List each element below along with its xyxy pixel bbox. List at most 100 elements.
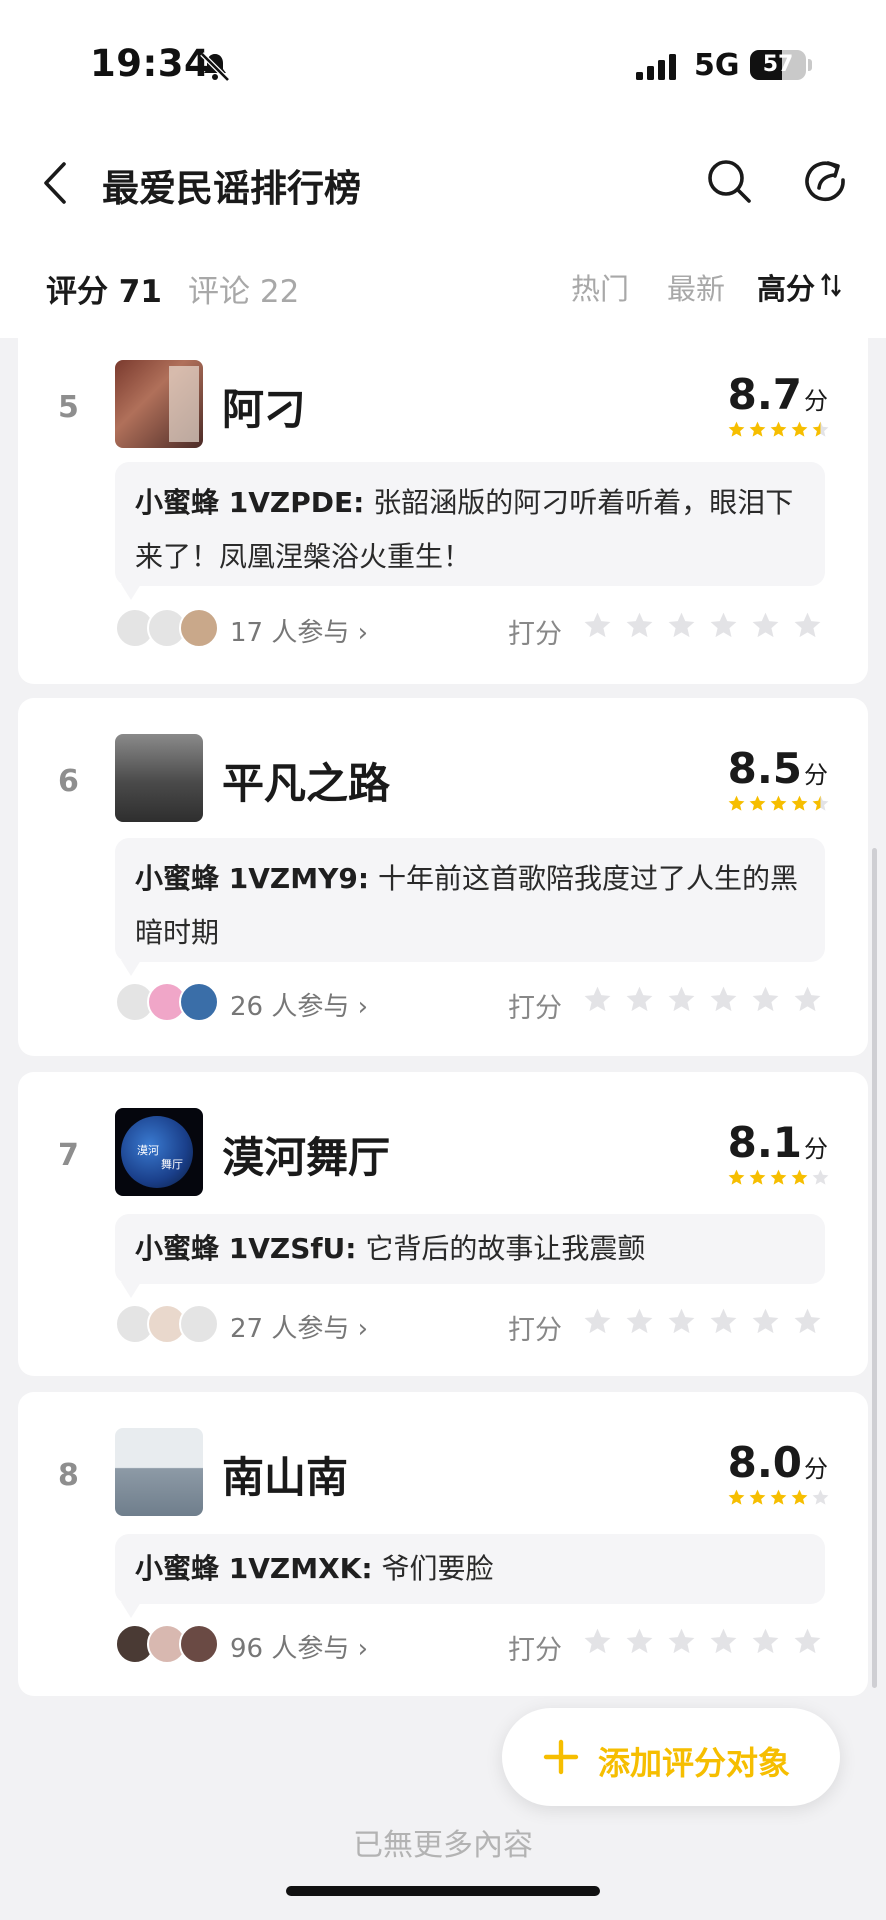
score-value: 8.1: [727, 1118, 802, 1167]
star-icon: [770, 795, 787, 811]
comment-user: 小蜜蜂 1VZMXK:: [135, 1552, 373, 1585]
sort-high[interactable]: 高分: [757, 266, 815, 308]
song-title[interactable]: 漠河舞厅: [222, 1124, 390, 1185]
rate-star-icon[interactable]: [624, 1306, 655, 1337]
cover-image[interactable]: 漠河 舞厅: [115, 1108, 203, 1196]
cover-image[interactable]: [115, 1428, 203, 1516]
scrollbar[interactable]: [872, 848, 877, 1688]
tab-score[interactable]: 评分 71: [46, 266, 162, 311]
ranking-card[interactable]: 5 阿刁 8.7分 小蜜蜂 1VZPDE: 张韶涵版的阿刁听着听着，眼泪下来了！…: [18, 318, 868, 684]
search-icon[interactable]: [706, 158, 752, 204]
rate-star-icon[interactable]: [708, 610, 739, 641]
rate-stars[interactable]: [582, 610, 823, 641]
cover-image[interactable]: [115, 360, 203, 448]
score-unit: 分: [804, 1455, 828, 1483]
rate-star-icon[interactable]: [750, 1306, 781, 1337]
rate-label: 打分: [508, 993, 562, 1024]
star-icon: [728, 421, 745, 437]
score: 8.5分: [728, 744, 828, 793]
back-arrow-icon[interactable]: [40, 160, 72, 206]
rate-star-icon[interactable]: [666, 984, 697, 1015]
rank-number: 7: [58, 1138, 79, 1173]
status-time: 19:34: [90, 42, 211, 85]
cover-text-2: 舞厅: [161, 1158, 183, 1171]
rate-star-icon[interactable]: [792, 984, 823, 1015]
rate-star-icon[interactable]: [666, 610, 697, 641]
page-title: 最爱民谣排行榜: [102, 167, 361, 210]
sort-new[interactable]: 最新: [667, 266, 725, 308]
rate-star-icon[interactable]: [750, 1626, 781, 1657]
home-indicator[interactable]: [286, 1886, 600, 1896]
top-comment[interactable]: 小蜜蜂 1VZSfU: 它背后的故事让我震颤: [115, 1214, 825, 1298]
rank-number: 6: [58, 764, 79, 799]
top-comment[interactable]: 小蜜蜂 1VZPDE: 张韶涵版的阿刁听着听着，眼泪下来了！凤凰涅槃浴火重生！: [115, 462, 825, 600]
rate-star-icon[interactable]: [582, 1626, 613, 1657]
rate-star-icon[interactable]: [792, 1306, 823, 1337]
score: 8.0分: [728, 1438, 828, 1487]
cover-text-1: 漠河: [137, 1144, 159, 1157]
rate-star-icon[interactable]: [750, 610, 781, 641]
rate-star-icon[interactable]: [666, 1306, 697, 1337]
plus-icon: [543, 1739, 579, 1775]
song-title[interactable]: 南山南: [222, 1444, 348, 1505]
rate-star-icon[interactable]: [792, 610, 823, 641]
participant-avatars: [115, 608, 219, 648]
share-icon[interactable]: [802, 158, 848, 204]
avatar: [179, 1304, 219, 1344]
participant-avatars: [115, 982, 219, 1022]
header: 19:34 5G 57 最爱民谣排行榜 评分 71 评论 22 热门 最新 高分: [0, 0, 886, 338]
rate-stars[interactable]: [582, 984, 823, 1015]
star-icon: [812, 795, 829, 811]
rate-star-icon[interactable]: [624, 610, 655, 641]
rate-star-icon[interactable]: [750, 984, 781, 1015]
ranking-card[interactable]: 7 漠河 舞厅 漠河舞厅 8.1分 小蜜蜂 1VZSfU: 它背后的故事让我震颤…: [18, 1072, 868, 1376]
participants-link[interactable]: 26 人参与 ›: [230, 986, 368, 1023]
score-value: 8.7: [727, 370, 802, 419]
score-stars: [727, 794, 830, 814]
rate-star-icon[interactable]: [624, 984, 655, 1015]
participant-avatars: [115, 1624, 219, 1664]
score-unit: 分: [804, 1135, 828, 1163]
participants-link[interactable]: 27 人参与 ›: [230, 1308, 368, 1345]
rate-star-icon[interactable]: [666, 1626, 697, 1657]
top-comment[interactable]: 小蜜蜂 1VZMXK: 爷们要脸: [115, 1534, 825, 1618]
participants-link[interactable]: 17 人参与 ›: [230, 612, 368, 649]
bell-muted-icon: [200, 52, 230, 82]
rate-star-icon[interactable]: [582, 610, 613, 641]
network-label: 5G: [694, 48, 740, 83]
song-title[interactable]: 平凡之路: [222, 750, 390, 811]
star-icon: [812, 421, 829, 437]
star-icon: [749, 421, 766, 437]
sort-order-icon[interactable]: [820, 272, 842, 298]
add-rating-object-button[interactable]: 添加评分对象: [502, 1708, 840, 1806]
rate-star-icon[interactable]: [582, 1306, 613, 1337]
song-title[interactable]: 阿刁: [222, 376, 306, 437]
ranking-card[interactable]: 8 南山南 8.0分 小蜜蜂 1VZMXK: 爷们要脸 96 人参与 › 打分: [18, 1392, 868, 1696]
rate-star-icon[interactable]: [708, 984, 739, 1015]
top-comment[interactable]: 小蜜蜂 1VZMY9: 十年前这首歌陪我度过了人生的黑暗时期: [115, 838, 825, 976]
cover-image[interactable]: [115, 734, 203, 822]
rate-star-icon[interactable]: [708, 1306, 739, 1337]
score-stars: [727, 420, 830, 440]
rate-stars[interactable]: [582, 1626, 823, 1657]
star-icon: [749, 1169, 766, 1185]
sort-hot[interactable]: 热门: [571, 266, 629, 308]
star-icon: [728, 1169, 745, 1185]
rate-star-icon[interactable]: [582, 984, 613, 1015]
star-icon: [770, 1169, 787, 1185]
end-of-list-text: 已無更多內容: [353, 1828, 533, 1863]
star-icon: [728, 795, 745, 811]
battery-icon: 57: [750, 50, 806, 80]
rate-star-icon[interactable]: [792, 1626, 823, 1657]
tab-comment[interactable]: 评论 22: [188, 266, 299, 311]
comment-user: 小蜜蜂 1VZSfU:: [135, 1232, 357, 1265]
rate-stars[interactable]: [582, 1306, 823, 1337]
rate-star-icon[interactable]: [624, 1626, 655, 1657]
star-icon: [728, 1489, 745, 1505]
score-stars: [727, 1168, 830, 1188]
rate-star-icon[interactable]: [708, 1626, 739, 1657]
star-icon: [791, 421, 808, 437]
ranking-card[interactable]: 6 平凡之路 8.5分 小蜜蜂 1VZMY9: 十年前这首歌陪我度过了人生的黑暗…: [18, 698, 868, 1056]
star-icon: [770, 1489, 787, 1505]
participants-link[interactable]: 96 人参与 ›: [230, 1628, 368, 1665]
